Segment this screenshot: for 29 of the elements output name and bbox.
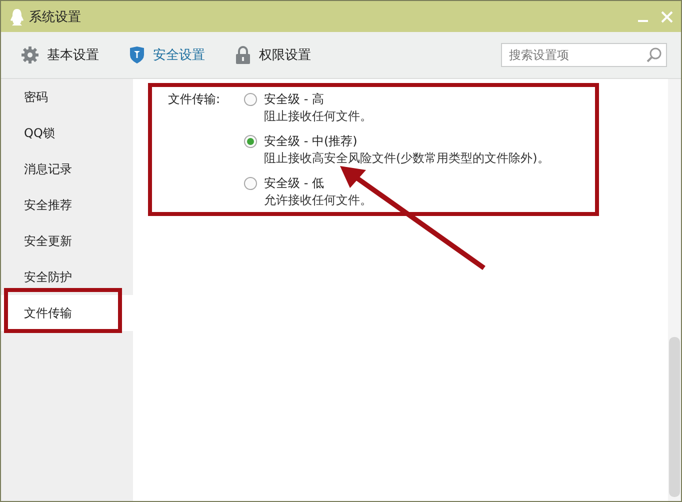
radio-button[interactable] xyxy=(244,93,257,106)
lock-icon xyxy=(235,46,251,64)
option-description: 允许接收任何文件。 xyxy=(264,192,373,209)
search-icon xyxy=(646,47,662,63)
close-icon[interactable] xyxy=(661,10,673,22)
sidebar-item[interactable]: 安全推荐 xyxy=(1,187,133,223)
shield-icon xyxy=(129,46,145,64)
penguin-icon xyxy=(9,8,25,26)
tab[interactable]: 基本设置 xyxy=(21,42,99,68)
window-title: 系统设置 xyxy=(29,8,82,26)
sidebar-item[interactable]: 安全更新 xyxy=(1,223,133,259)
option-label[interactable]: 安全级 - 低 xyxy=(264,175,550,192)
sidebar-item[interactable]: 消息记录 xyxy=(1,151,133,187)
sidebar-item[interactable]: 安全防护 xyxy=(1,259,133,295)
tab[interactable]: 权限设置 xyxy=(235,42,311,68)
setting-label: 文件传输: xyxy=(168,91,222,108)
sidebar-item[interactable]: QQ锁 xyxy=(1,115,133,151)
tab[interactable]: 安全设置 xyxy=(129,42,205,68)
scrollbar-thumb[interactable] xyxy=(669,337,680,497)
option-label[interactable]: 安全级 - 中(推荐) xyxy=(264,133,550,150)
radio-button[interactable] xyxy=(244,135,257,148)
sidebar-item[interactable]: 密码 xyxy=(1,79,133,115)
radio-button[interactable] xyxy=(244,177,257,190)
scrollbar[interactable] xyxy=(668,79,681,501)
option-label[interactable]: 安全级 - 高 xyxy=(264,91,550,108)
gear-icon xyxy=(21,46,39,64)
option-description: 阻止接收任何文件。 xyxy=(264,108,373,125)
search-field[interactable]: 搜索设置项 xyxy=(501,43,667,67)
option-description: 阻止接收高安全风险文件(少数常用类型的文件除外)。 xyxy=(264,150,550,167)
